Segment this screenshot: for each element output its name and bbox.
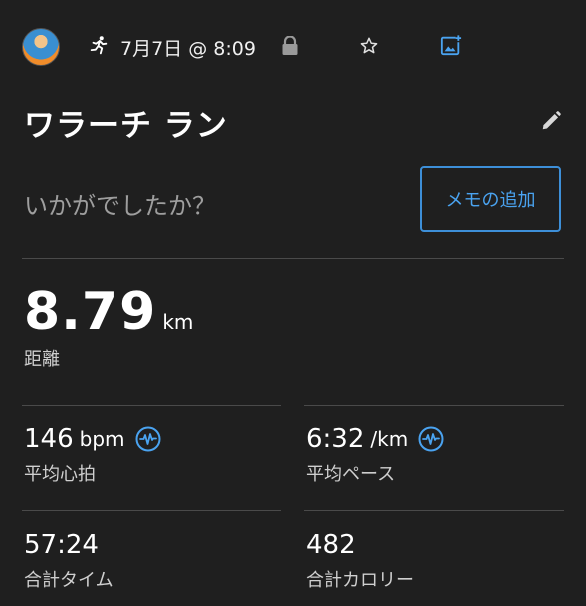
star-icon[interactable]: [359, 36, 379, 56]
heart-rate-icon[interactable]: [418, 426, 444, 452]
avg-pace-label: 平均ペース: [306, 464, 396, 485]
stats-divider: [304, 510, 564, 511]
activity-header: 7月7日 @ 8:09: [22, 22, 564, 72]
distance-number: 8.79: [24, 282, 157, 342]
running-icon: [90, 36, 108, 55]
distance-label: 距離: [24, 349, 60, 370]
total-time-stat: 57:24 合計タイム: [24, 530, 274, 592]
lock-icon[interactable]: [281, 36, 299, 56]
avg-pace-unit: /km: [370, 427, 409, 451]
pencil-icon[interactable]: [540, 110, 562, 132]
total-time-value: 57:24: [24, 530, 99, 560]
stats-divider: [22, 510, 281, 511]
total-calories-value: 482: [306, 530, 356, 560]
total-calories-label: 合計カロリー: [306, 570, 414, 591]
avg-heart-rate-label: 平均心拍: [24, 464, 96, 485]
avg-heart-rate-value: 146: [24, 424, 74, 454]
distance-unit: km: [162, 310, 194, 334]
total-time-label: 合計タイム: [24, 570, 114, 591]
stats-divider: [304, 405, 564, 406]
heart-rate-icon[interactable]: [135, 426, 161, 452]
avg-heart-rate-unit: bpm: [79, 427, 125, 451]
total-calories-stat: 482 合計カロリー: [306, 530, 556, 592]
avg-pace-value: 6:32: [306, 424, 365, 454]
add-note-button[interactable]: メモの追加: [420, 166, 561, 232]
activity-title: ワラーチ ラン: [24, 108, 228, 144]
stats-divider: [22, 405, 281, 406]
activity-detail-screen: 7月7日 @ 8:09 ワラーチ ラン いかがでしたか？ メモの追加 8.79 k…: [0, 0, 586, 606]
add-photo-icon[interactable]: [440, 34, 462, 56]
section-divider: [22, 258, 564, 259]
activity-date-time: 7月7日 @ 8:09: [120, 38, 256, 60]
user-avatar[interactable]: [22, 28, 60, 66]
distance-value: 8.79 km: [24, 282, 193, 342]
avg-heart-rate-stat: 146 bpm 平均心拍: [24, 424, 274, 486]
avg-pace-stat: 6:32 /km 平均ペース: [306, 424, 556, 486]
notes-prompt: いかがでしたか？: [24, 192, 216, 220]
